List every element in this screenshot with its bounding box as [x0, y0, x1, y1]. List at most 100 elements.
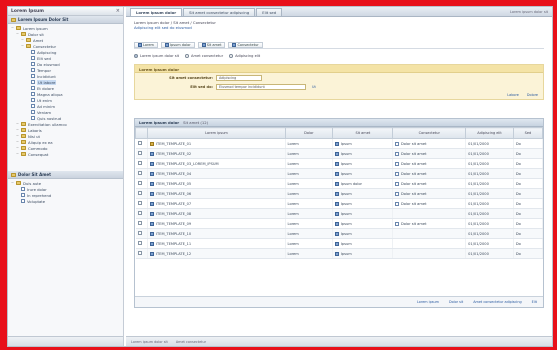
row-checkbox[interactable] [137, 241, 142, 245]
radio-button[interactable] [185, 53, 190, 58]
row-checkbox[interactable] [137, 251, 142, 255]
table-row[interactable]: ITEM_TEMPLATE_01 Lorem Ipsum Dolor sit amet… [135, 138, 544, 149]
row-select-cell[interactable] [135, 238, 149, 249]
table-row[interactable]: ITEM_TEMPLATE_06 Lorem Ipsum Dolor sit amet… [135, 188, 544, 199]
filter-option[interactable]: Lorem ipsum dolor sit [134, 53, 179, 58]
toolbar-button[interactable]: Consectetur [228, 41, 263, 48]
pagination-link[interactable]: Lorem ipsum [417, 300, 439, 304]
expand-toggle-icon[interactable]: − [16, 122, 19, 126]
row-checkbox[interactable] [137, 231, 142, 235]
expand-toggle-icon[interactable]: − [16, 152, 19, 156]
expand-toggle-icon[interactable]: − [16, 128, 19, 132]
expand-toggle-icon[interactable]: − [21, 38, 24, 42]
item-name-link[interactable]: ITEM_TEMPLATE_04 [156, 172, 191, 176]
item-name-link[interactable]: ITEM_TEMPLATE_09 [156, 222, 191, 226]
pagination-link[interactable]: Amet consectetur adipiscing [473, 300, 521, 304]
expand-toggle-icon[interactable]: − [11, 26, 14, 30]
name-cell[interactable]: ITEM_TEMPLATE_03_LOREM_IPSUM [147, 158, 286, 169]
row-checkbox[interactable] [137, 161, 142, 165]
row-checkbox[interactable] [137, 171, 142, 175]
tree-node[interactable]: Voluptate [8, 198, 123, 204]
table-row[interactable]: ITEM_TEMPLATE_03_LOREM_IPSUM Lorem Ipsum Do… [135, 158, 544, 169]
tab[interactable]: Sit amet consectetur adipiscing [183, 8, 256, 16]
item-name-link[interactable]: ITEM_TEMPLATE_03_LOREM_IPSUM [156, 162, 219, 166]
item-name-link[interactable]: ITEM_TEMPLATE_08 [156, 212, 191, 216]
column-header[interactable]: Sit amet [332, 127, 394, 139]
expand-toggle-icon[interactable]: − [11, 181, 14, 185]
table-row[interactable]: ITEM_TEMPLATE_08 Lorem Ipsum 01/01/2000 Do [135, 208, 544, 219]
item-name-link[interactable]: ITEM_TEMPLATE_05 [156, 182, 191, 186]
radio-button[interactable] [229, 53, 234, 58]
toolbar-button[interactable]: Lorem [134, 41, 158, 48]
tab[interactable]: Elit sed [256, 8, 283, 16]
column-header[interactable]: Adipiscing elit [465, 127, 514, 139]
row-select-cell[interactable] [135, 218, 149, 229]
radio-button[interactable] [134, 53, 138, 58]
item-name-link[interactable]: ITEM_TEMPLATE_01 [156, 142, 191, 146]
criteria-more-link[interactable]: Ut [312, 85, 316, 89]
tree-node[interactable]: − Consequat [8, 151, 123, 157]
table-row[interactable]: ITEM_TEMPLATE_11 Lorem Ipsum 01/01/2000 Do [135, 238, 544, 249]
pagination-link[interactable]: Dolor sit [449, 300, 463, 304]
name-cell[interactable]: ITEM_TEMPLATE_04 [147, 168, 286, 179]
item-name-link[interactable]: ITEM_TEMPLATE_12 [156, 252, 191, 256]
item-name-link[interactable]: ITEM_TEMPLATE_07 [156, 202, 191, 206]
row-select-cell[interactable] [135, 248, 149, 259]
filter-option[interactable]: Adipiscing elit [229, 53, 260, 58]
toolbar-button[interactable]: Ipsum dolor [160, 41, 195, 48]
table-row[interactable]: ITEM_TEMPLATE_10 Lorem Ipsum 01/01/2000 Do [135, 228, 544, 239]
item-name-link[interactable]: ITEM_TEMPLATE_10 [156, 232, 191, 236]
row-checkbox[interactable] [137, 151, 142, 155]
name-cell[interactable]: ITEM_TEMPLATE_12 [147, 248, 286, 259]
row-checkbox[interactable] [137, 181, 142, 185]
table-row[interactable]: ITEM_TEMPLATE_09 Lorem Ipsum Dolor sit amet… [135, 218, 544, 229]
column-header[interactable]: Consectetur [392, 127, 467, 139]
row-select-cell[interactable] [135, 208, 149, 219]
criteria-footer-link[interactable]: Labore [507, 93, 519, 97]
column-header[interactable]: Dolor [284, 127, 334, 139]
criteria-select-1[interactable]: Adipiscing [216, 74, 262, 81]
filter-option[interactable]: Amet consectetur [185, 53, 223, 58]
row-checkbox[interactable] [137, 221, 142, 225]
name-cell[interactable]: ITEM_TEMPLATE_07 [147, 198, 286, 209]
row-select-cell[interactable] [135, 168, 149, 179]
name-cell[interactable]: ITEM_TEMPLATE_11 [147, 238, 286, 249]
table-row[interactable]: ITEM_TEMPLATE_12 Lorem Ipsum 01/01/2000 Do [135, 248, 544, 259]
row-select-cell[interactable] [135, 148, 149, 159]
close-icon[interactable]: × [116, 8, 120, 14]
criteria-select-2[interactable]: Eiusmod tempor incididunt [216, 83, 306, 90]
row-checkbox[interactable] [137, 141, 142, 145]
name-cell[interactable]: ITEM_TEMPLATE_10 [147, 228, 286, 239]
table-row[interactable]: ITEM_TEMPLATE_02 Lorem Ipsum Dolor sit amet… [135, 148, 544, 159]
table-row[interactable]: ITEM_TEMPLATE_04 Lorem Ipsum Dolor sit amet… [135, 168, 544, 179]
tab[interactable]: Lorem ipsum dolor [130, 8, 183, 16]
expand-toggle-icon[interactable]: − [16, 32, 19, 36]
item-name-link[interactable]: ITEM_TEMPLATE_02 [156, 152, 191, 156]
select-all-header[interactable] [134, 127, 149, 139]
row-select-cell[interactable] [135, 178, 149, 189]
column-header[interactable]: Lorem ipsum [147, 127, 286, 139]
expand-toggle-icon[interactable]: − [21, 44, 24, 48]
table-row[interactable]: ITEM_TEMPLATE_07 Lorem Ipsum Dolor sit amet… [135, 198, 544, 209]
name-cell[interactable]: ITEM_TEMPLATE_01 [147, 138, 286, 149]
sub-breadcrumb-link[interactable]: Adipiscing elit sed do eiusmod [134, 25, 544, 31]
item-name-link[interactable]: ITEM_TEMPLATE_11 [156, 242, 191, 246]
row-checkbox[interactable] [137, 191, 142, 195]
row-select-cell[interactable] [135, 198, 149, 209]
criteria-footer-link[interactable]: Dolore [527, 93, 538, 97]
row-checkbox[interactable] [137, 211, 142, 215]
row-checkbox[interactable] [137, 201, 142, 205]
toolbar-button[interactable]: Sit amet [197, 41, 226, 48]
name-cell[interactable]: ITEM_TEMPLATE_09 [147, 218, 286, 229]
sidebar-section-header-2[interactable]: Dolor Sit Amet [8, 171, 123, 179]
name-cell[interactable]: ITEM_TEMPLATE_06 [147, 188, 286, 199]
expand-toggle-icon[interactable]: − [16, 146, 19, 150]
row-select-cell[interactable] [135, 138, 149, 149]
expand-toggle-icon[interactable]: − [16, 134, 19, 138]
row-select-cell[interactable] [135, 158, 149, 169]
item-name-link[interactable]: ITEM_TEMPLATE_06 [156, 192, 191, 196]
row-select-cell[interactable] [135, 188, 149, 199]
name-cell[interactable]: ITEM_TEMPLATE_08 [147, 208, 286, 219]
column-header[interactable]: Sed [512, 127, 544, 139]
name-cell[interactable]: ITEM_TEMPLATE_02 [147, 148, 286, 159]
